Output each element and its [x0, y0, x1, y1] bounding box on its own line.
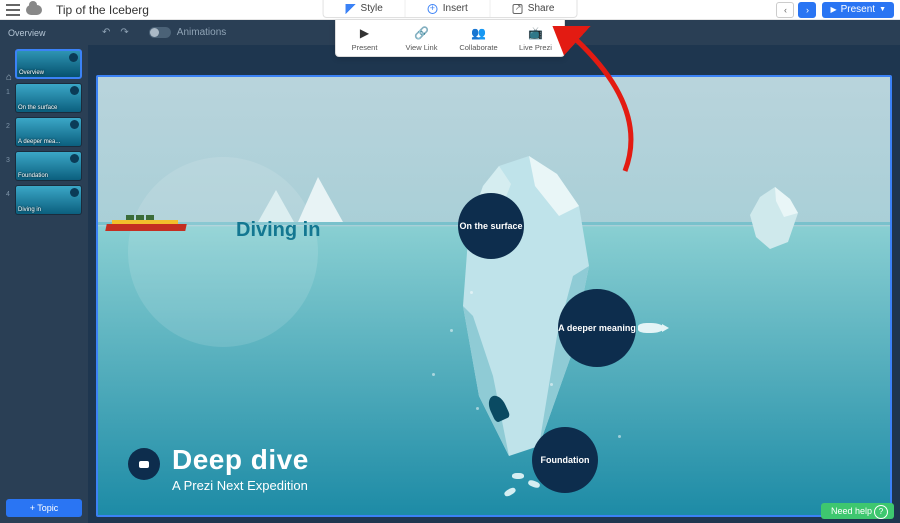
thumb-label: On the surface	[18, 105, 57, 111]
need-help-label: Need help	[831, 506, 872, 516]
nav-forward-button[interactable]: ›	[798, 2, 816, 18]
thumb-slide-4[interactable]: Diving in	[15, 185, 82, 215]
thumbnail-list: ⌂ Overview 1 On the surface 2 A deeper m…	[0, 45, 88, 492]
insert-icon	[428, 4, 438, 14]
home-icon[interactable]: ⌂	[6, 72, 12, 83]
thumb-index: 1	[6, 89, 12, 96]
fish-icon	[512, 473, 524, 479]
fish-icon	[638, 323, 664, 333]
animations-label: Animations	[177, 27, 226, 38]
undo-button[interactable]: ↶	[102, 27, 110, 38]
share-option-live-label: Live Prezi	[509, 43, 562, 52]
logo-icon	[128, 448, 160, 480]
tab-insert[interactable]: Insert	[406, 0, 491, 17]
share-option-collaborate[interactable]: 👥 Collaborate	[450, 20, 507, 56]
animations-toggle[interactable]: Animations	[149, 27, 226, 38]
redo-button[interactable]: ↷	[120, 27, 128, 38]
iceberg-small	[740, 187, 810, 257]
thumb-index: 2	[6, 123, 12, 130]
play-icon: ▶	[357, 26, 373, 40]
canvas[interactable]: Diving in On the surface A deeper meanin…	[96, 75, 892, 517]
style-icon	[346, 4, 356, 14]
thumb-label: A deeper mea...	[18, 139, 60, 145]
sidebar: Overview ⌂ Overview 1 On the surface 2 A…	[0, 20, 88, 523]
topic-surface[interactable]: On the surface	[458, 193, 524, 259]
canvas-container: Diving in On the surface A deeper meanin…	[88, 45, 900, 523]
boat-illustration	[106, 213, 196, 231]
present-button-label: Present	[841, 4, 875, 15]
thumb-label: Overview	[19, 70, 44, 76]
toggle-icon	[149, 27, 171, 38]
tab-share-label: Share	[528, 3, 555, 14]
tab-insert-label: Insert	[443, 3, 468, 14]
diving-circle-bg	[128, 157, 318, 347]
tab-style[interactable]: Style	[324, 0, 406, 17]
thumb-slide-3[interactable]: Foundation	[15, 151, 82, 181]
cloud-sync-icon[interactable]	[26, 5, 42, 15]
bubble-dot	[476, 407, 479, 410]
share-option-present[interactable]: ▶ Present	[336, 20, 393, 56]
main-tabs: Style Insert Share	[323, 0, 578, 18]
thumb-label: Diving in	[18, 207, 41, 213]
topic-foundation-label: Foundation	[541, 455, 590, 465]
topic-deeper[interactable]: A deeper meaning	[558, 289, 636, 367]
thumb-index: 3	[6, 157, 12, 164]
thumb-slide-1[interactable]: On the surface	[15, 83, 82, 113]
bubble-dot	[470, 291, 473, 294]
diving-in-label[interactable]: Diving in	[236, 219, 320, 242]
topic-surface-label: On the surface	[459, 221, 522, 231]
bubble-dot	[450, 329, 453, 332]
share-option-viewlink[interactable]: 🔗 View Link	[393, 20, 450, 56]
bubble-dot	[618, 435, 621, 438]
share-icon	[513, 4, 523, 14]
thumb-index: 4	[6, 191, 12, 198]
add-topic-button[interactable]: + Topic	[6, 499, 82, 517]
topic-deeper-label: A deeper meaning	[558, 323, 636, 334]
people-icon: 👥	[471, 26, 487, 40]
share-option-collab-label: Collaborate	[452, 43, 505, 52]
mountain-icon	[258, 190, 294, 222]
share-dropdown: ▶ Present 🔗 View Link 👥 Collaborate 📺 Li…	[335, 20, 565, 57]
link-icon: 🔗	[414, 26, 430, 40]
thumb-label: Foundation	[18, 173, 48, 179]
app-body: Overview ⌂ Overview 1 On the surface 2 A…	[0, 20, 900, 523]
sidebar-footer: + Topic	[0, 492, 88, 523]
bubble-dot	[550, 383, 553, 386]
thumb-slide-2[interactable]: A deeper mea...	[15, 117, 82, 147]
nav-back-button[interactable]: ‹	[776, 2, 794, 18]
title-block: Deep dive A Prezi Next Expedition	[128, 444, 309, 493]
thumb-overview[interactable]: Overview	[15, 49, 82, 79]
sidebar-overview-label[interactable]: Overview	[0, 28, 54, 38]
tab-style-label: Style	[361, 3, 383, 14]
present-button[interactable]: Present	[822, 2, 894, 18]
tab-share[interactable]: Share	[491, 0, 577, 17]
sidebar-header: Overview	[0, 20, 88, 45]
share-option-viewlink-label: View Link	[395, 43, 448, 52]
presentation-subtitle[interactable]: A Prezi Next Expedition	[172, 478, 309, 493]
share-option-present-label: Present	[338, 43, 391, 52]
menu-icon[interactable]	[6, 4, 20, 16]
broadcast-icon: 📺	[528, 26, 544, 40]
need-help-button[interactable]: Need help	[821, 503, 894, 519]
presentation-title[interactable]: Deep dive	[172, 444, 309, 476]
stage: ↶ ↷ Animations	[88, 20, 900, 523]
share-option-liveprezi[interactable]: 📺 Live Prezi	[507, 20, 564, 56]
mountain-icon	[298, 177, 343, 222]
bubble-dot	[432, 373, 435, 376]
topic-foundation[interactable]: Foundation	[532, 427, 598, 493]
